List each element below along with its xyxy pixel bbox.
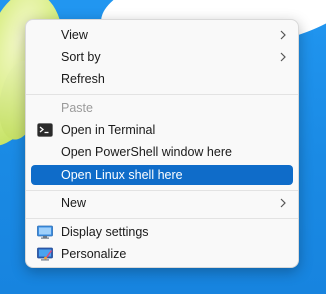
menu-item-paste[interactable]: Paste <box>31 98 293 118</box>
menu-separator <box>26 190 298 191</box>
menu-item-label: Sort by <box>61 50 101 64</box>
menu-separator <box>26 218 298 219</box>
menu-separator <box>26 94 298 95</box>
desktop-context-menu: View Sort by Refresh Paste Open in Termi… <box>25 19 299 268</box>
menu-item-label: Refresh <box>61 72 105 86</box>
chevron-right-icon <box>280 198 286 208</box>
menu-item-label: Open PowerShell window here <box>61 145 232 159</box>
menu-item-display-settings[interactable]: Display settings <box>31 222 293 242</box>
menu-item-label: Open Linux shell here <box>61 168 183 182</box>
menu-item-label: New <box>61 196 87 210</box>
menu-item-open-in-terminal[interactable]: Open in Terminal <box>31 120 293 140</box>
menu-item-label: Paste <box>61 101 93 115</box>
chevron-right-icon <box>280 52 286 62</box>
display-icon <box>37 225 53 239</box>
personalize-icon <box>37 247 53 261</box>
menu-item-label: Open in Terminal <box>61 123 156 137</box>
menu-item-new[interactable]: New <box>31 193 293 213</box>
terminal-icon <box>37 123 53 137</box>
menu-item-view[interactable]: View <box>31 25 293 45</box>
menu-item-refresh[interactable]: Refresh <box>31 69 293 89</box>
menu-item-sort-by[interactable]: Sort by <box>31 47 293 67</box>
menu-item-label: Personalize <box>61 247 127 261</box>
menu-item-personalize[interactable]: Personalize <box>31 244 293 264</box>
menu-item-label: Display settings <box>61 225 149 239</box>
menu-item-open-powershell[interactable]: Open PowerShell window here <box>31 142 293 162</box>
menu-item-label: View <box>61 28 88 42</box>
chevron-right-icon <box>280 30 286 40</box>
menu-item-open-linux-shell[interactable]: Open Linux shell here <box>31 165 293 185</box>
